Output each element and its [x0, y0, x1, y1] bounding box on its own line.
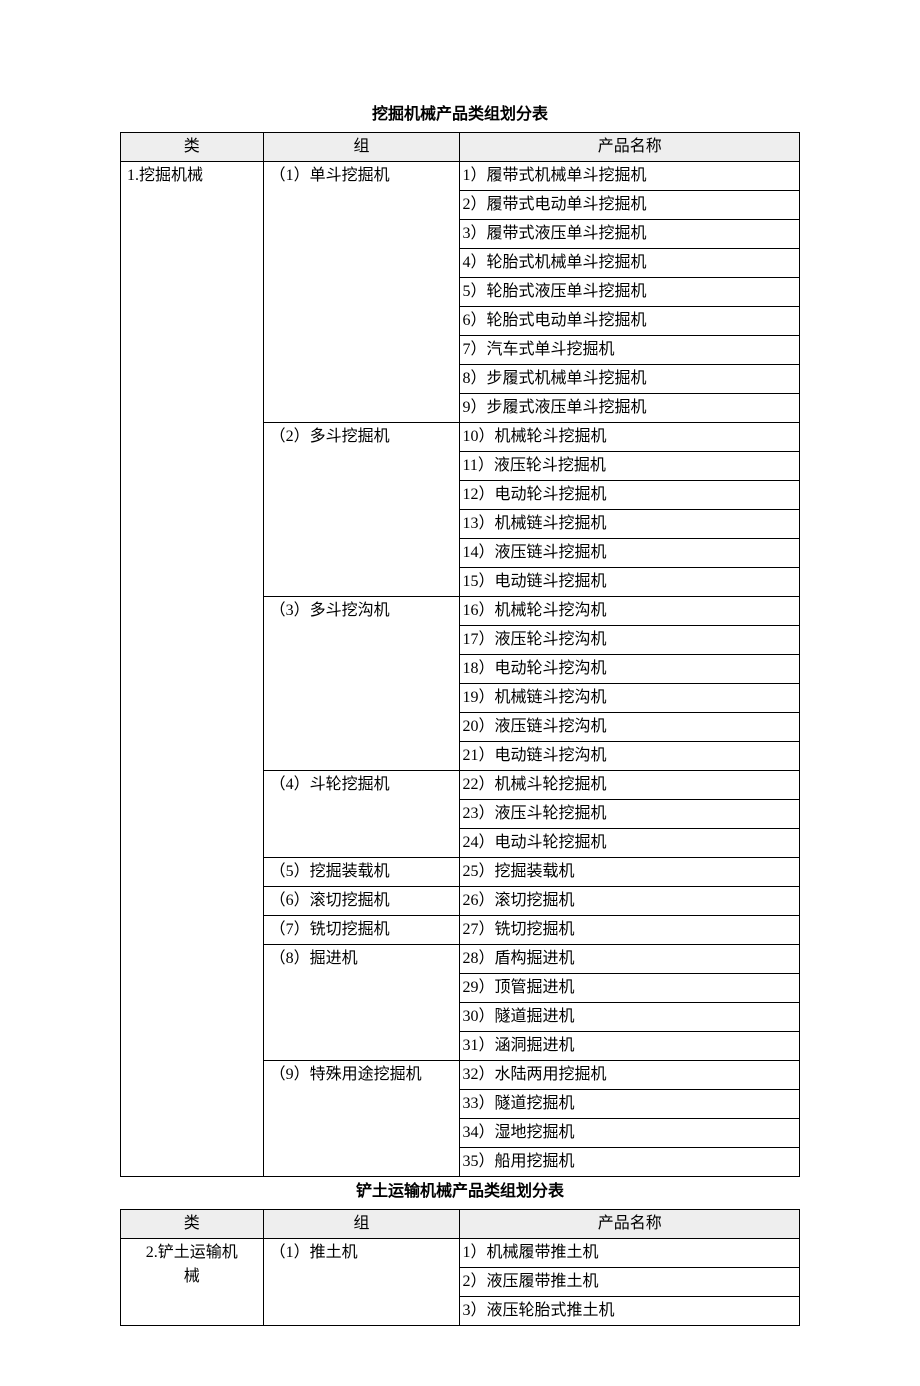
column-header: 组 — [263, 1210, 460, 1239]
group-cell: （1）推土机 — [263, 1239, 460, 1326]
product-cell: 25）挖掘装载机 — [460, 858, 800, 887]
product-cell: 13）机械链斗挖掘机 — [460, 510, 800, 539]
product-cell: 35）船用挖掘机 — [460, 1148, 800, 1177]
product-cell: 17）液压轮斗挖沟机 — [460, 626, 800, 655]
product-cell: 23）液压斗轮挖掘机 — [460, 800, 800, 829]
product-cell: 16）机械轮斗挖沟机 — [460, 597, 800, 626]
product-cell: 27）铣切挖掘机 — [460, 916, 800, 945]
group-cell: （5）挖掘装载机 — [263, 858, 460, 887]
product-cell: 4）轮胎式机械单斗挖掘机 — [460, 249, 800, 278]
column-header: 产品名称 — [460, 1210, 800, 1239]
product-cell: 19）机械链斗挖沟机 — [460, 684, 800, 713]
product-cell: 5）轮胎式液压单斗挖掘机 — [460, 278, 800, 307]
table-row: 2.铲土运输机械（1）推土机1）机械履带推土机 — [121, 1239, 800, 1268]
classification-table: 类组产品名称2.铲土运输机械（1）推土机1）机械履带推土机2）液压履带推土机3）… — [120, 1209, 800, 1326]
product-cell: 1）履带式机械单斗挖掘机 — [460, 162, 800, 191]
product-cell: 33）隧道挖掘机 — [460, 1090, 800, 1119]
product-cell: 34）湿地挖掘机 — [460, 1119, 800, 1148]
product-cell: 7）汽车式单斗挖掘机 — [460, 336, 800, 365]
group-cell: （7）铣切挖掘机 — [263, 916, 460, 945]
product-cell: 30）隧道掘进机 — [460, 1003, 800, 1032]
table-title: 铲土运输机械产品类组划分表 — [120, 1177, 800, 1201]
group-cell: （3）多斗挖沟机 — [263, 597, 460, 771]
column-header: 类 — [121, 1210, 264, 1239]
product-cell: 28）盾构掘进机 — [460, 945, 800, 974]
table-row: 1.挖掘机械（1）单斗挖掘机1）履带式机械单斗挖掘机 — [121, 162, 800, 191]
product-cell: 11）液压轮斗挖掘机 — [460, 452, 800, 481]
group-cell: （9）特殊用途挖掘机 — [263, 1061, 460, 1177]
product-cell: 29）顶管掘进机 — [460, 974, 800, 1003]
product-cell: 20）液压链斗挖沟机 — [460, 713, 800, 742]
group-cell: （6）滚切挖掘机 — [263, 887, 460, 916]
product-cell: 15）电动链斗挖掘机 — [460, 568, 800, 597]
table-title: 挖掘机械产品类组划分表 — [120, 100, 800, 124]
category-cell: 2.铲土运输机械 — [121, 1239, 264, 1326]
product-cell: 8）步履式机械单斗挖掘机 — [460, 365, 800, 394]
group-cell: （1）单斗挖掘机 — [263, 162, 460, 423]
product-cell: 24）电动斗轮挖掘机 — [460, 829, 800, 858]
product-cell: 22）机械斗轮挖掘机 — [460, 771, 800, 800]
product-cell: 31）涵洞掘进机 — [460, 1032, 800, 1061]
product-cell: 1）机械履带推土机 — [460, 1239, 800, 1268]
product-cell: 14）液压链斗挖掘机 — [460, 539, 800, 568]
group-cell: （2）多斗挖掘机 — [263, 423, 460, 597]
column-header: 类 — [121, 133, 264, 162]
product-cell: 2）液压履带推土机 — [460, 1268, 800, 1297]
product-cell: 21）电动链斗挖沟机 — [460, 742, 800, 771]
product-cell: 18）电动轮斗挖沟机 — [460, 655, 800, 684]
product-cell: 2）履带式电动单斗挖掘机 — [460, 191, 800, 220]
product-cell: 3）履带式液压单斗挖掘机 — [460, 220, 800, 249]
product-cell: 12）电动轮斗挖掘机 — [460, 481, 800, 510]
column-header: 产品名称 — [460, 133, 800, 162]
group-cell: （8）掘进机 — [263, 945, 460, 1061]
product-cell: 26）滚切挖掘机 — [460, 887, 800, 916]
product-cell: 9）步履式液压单斗挖掘机 — [460, 394, 800, 423]
product-cell: 6）轮胎式电动单斗挖掘机 — [460, 307, 800, 336]
category-cell: 1.挖掘机械 — [121, 162, 264, 1177]
classification-table: 类组产品名称1.挖掘机械（1）单斗挖掘机1）履带式机械单斗挖掘机2）履带式电动单… — [120, 132, 800, 1177]
product-cell: 10）机械轮斗挖掘机 — [460, 423, 800, 452]
product-cell: 3）液压轮胎式推土机 — [460, 1297, 800, 1326]
group-cell: （4）斗轮挖掘机 — [263, 771, 460, 858]
product-cell: 32）水陆两用挖掘机 — [460, 1061, 800, 1090]
column-header: 组 — [263, 133, 460, 162]
